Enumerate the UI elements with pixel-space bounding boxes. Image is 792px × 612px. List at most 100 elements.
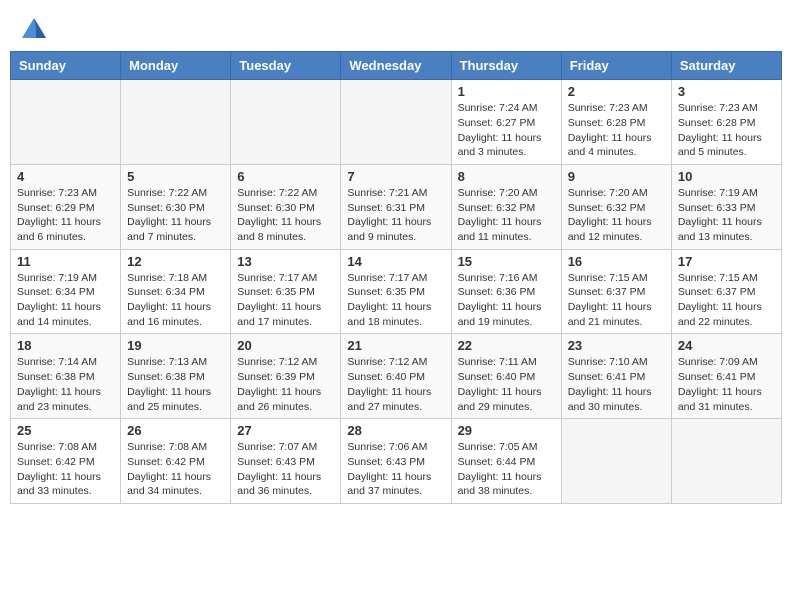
- logo: [20, 18, 46, 43]
- calendar-cell: [341, 80, 451, 165]
- day-of-week-header: Thursday: [451, 52, 561, 80]
- day-number: 3: [678, 84, 775, 99]
- day-number: 4: [17, 169, 114, 184]
- day-sun-info: Sunrise: 7:20 AMSunset: 6:32 PMDaylight:…: [458, 186, 555, 245]
- calendar-cell: 8 Sunrise: 7:20 AMSunset: 6:32 PMDaylight…: [451, 164, 561, 249]
- calendar-cell: [671, 419, 781, 504]
- day-sun-info: Sunrise: 7:23 AMSunset: 6:28 PMDaylight:…: [678, 101, 775, 160]
- calendar-week-row: 25Sunrise: 7:08 AMSunset: 6:42 PMDayligh…: [11, 419, 782, 504]
- calendar-cell: 1Sunrise: 7:24 AMSunset: 6:27 PMDaylight…: [451, 80, 561, 165]
- calendar-cell: 17 Sunrise: 7:15 AMSunset: 6:37 PMDayligh…: [671, 249, 781, 334]
- day-sun-info: Sunrise: 7:15 AMSunset: 6:37 PMDaylight:…: [568, 271, 665, 330]
- calendar-cell: 23 Sunrise: 7:10 AMSunset: 6:41 PMDayligh…: [561, 334, 671, 419]
- calendar-cell: 3 Sunrise: 7:23 AMSunset: 6:28 PMDaylight…: [671, 80, 781, 165]
- calendar-cell: 5 Sunrise: 7:22 AMSunset: 6:30 PMDaylight…: [121, 164, 231, 249]
- day-sun-info: Sunrise: 7:09 AMSunset: 6:41 PMDaylight:…: [678, 355, 775, 414]
- calendar-cell: 6Sunrise: 7:22 AMSunset: 6:30 PMDaylight…: [231, 164, 341, 249]
- calendar-cell: 11 Sunrise: 7:19 AMSunset: 6:34 PMDayligh…: [11, 249, 121, 334]
- calendar-header: [10, 10, 782, 47]
- calendar-cell: 26Sunrise: 7:08 AMSunset: 6:42 PMDayligh…: [121, 419, 231, 504]
- day-number: 29: [458, 423, 555, 438]
- calendar-body: 1Sunrise: 7:24 AMSunset: 6:27 PMDaylight…: [11, 80, 782, 504]
- day-sun-info: Sunrise: 7:19 AMSunset: 6:34 PMDaylight:…: [17, 271, 114, 330]
- day-number: 1: [458, 84, 555, 99]
- calendar-cell: 22 Sunrise: 7:11 AMSunset: 6:40 PMDayligh…: [451, 334, 561, 419]
- calendar-cell: 7 Sunrise: 7:21 AMSunset: 6:31 PMDaylight…: [341, 164, 451, 249]
- calendar-header-row: SundayMondayTuesdayWednesdayThursdayFrid…: [11, 52, 782, 80]
- calendar-cell: 12Sunrise: 7:18 AMSunset: 6:34 PMDayligh…: [121, 249, 231, 334]
- day-of-week-header: Friday: [561, 52, 671, 80]
- calendar-cell: [11, 80, 121, 165]
- calendar-cell: 4 Sunrise: 7:23 AMSunset: 6:29 PMDaylight…: [11, 164, 121, 249]
- day-sun-info: Sunrise: 7:23 AMSunset: 6:29 PMDaylight:…: [17, 186, 114, 245]
- calendar-cell: 25Sunrise: 7:08 AMSunset: 6:42 PMDayligh…: [11, 419, 121, 504]
- day-number: 23: [568, 338, 665, 353]
- day-number: 16: [568, 254, 665, 269]
- day-of-week-header: Tuesday: [231, 52, 341, 80]
- logo-icon: [22, 18, 46, 38]
- calendar-cell: 20 Sunrise: 7:12 AMSunset: 6:39 PMDayligh…: [231, 334, 341, 419]
- day-sun-info: Sunrise: 7:07 AMSunset: 6:43 PMDaylight:…: [237, 440, 334, 499]
- calendar-cell: [231, 80, 341, 165]
- day-number: 17: [678, 254, 775, 269]
- day-number: 20: [237, 338, 334, 353]
- day-number: 7: [347, 169, 444, 184]
- day-number: 19: [127, 338, 224, 353]
- day-sun-info: Sunrise: 7:20 AMSunset: 6:32 PMDaylight:…: [568, 186, 665, 245]
- day-sun-info: Sunrise: 7:06 AMSunset: 6:43 PMDaylight:…: [347, 440, 444, 499]
- day-sun-info: Sunrise: 7:12 AMSunset: 6:40 PMDaylight:…: [347, 355, 444, 414]
- day-number: 22: [458, 338, 555, 353]
- day-number: 18: [17, 338, 114, 353]
- calendar-cell: 27 Sunrise: 7:07 AMSunset: 6:43 PMDayligh…: [231, 419, 341, 504]
- calendar-cell: [121, 80, 231, 165]
- day-number: 14: [347, 254, 444, 269]
- day-sun-info: Sunrise: 7:22 AMSunset: 6:30 PMDaylight:…: [127, 186, 224, 245]
- day-number: 11: [17, 254, 114, 269]
- day-of-week-header: Sunday: [11, 52, 121, 80]
- day-number: 8: [458, 169, 555, 184]
- day-number: 5: [127, 169, 224, 184]
- day-sun-info: Sunrise: 7:19 AMSunset: 6:33 PMDaylight:…: [678, 186, 775, 245]
- day-of-week-header: Wednesday: [341, 52, 451, 80]
- day-number: 21: [347, 338, 444, 353]
- calendar-cell: 16 Sunrise: 7:15 AMSunset: 6:37 PMDayligh…: [561, 249, 671, 334]
- calendar-cell: 14 Sunrise: 7:17 AMSunset: 6:35 PMDayligh…: [341, 249, 451, 334]
- calendar-week-row: 4 Sunrise: 7:23 AMSunset: 6:29 PMDaylight…: [11, 164, 782, 249]
- day-number: 27: [237, 423, 334, 438]
- calendar-cell: 18 Sunrise: 7:14 AMSunset: 6:38 PMDayligh…: [11, 334, 121, 419]
- calendar-cell: 9 Sunrise: 7:20 AMSunset: 6:32 PMDaylight…: [561, 164, 671, 249]
- calendar-cell: 21 Sunrise: 7:12 AMSunset: 6:40 PMDayligh…: [341, 334, 451, 419]
- calendar-cell: 15 Sunrise: 7:16 AMSunset: 6:36 PMDayligh…: [451, 249, 561, 334]
- day-number: 15: [458, 254, 555, 269]
- day-sun-info: Sunrise: 7:22 AMSunset: 6:30 PMDaylight:…: [237, 186, 334, 245]
- calendar-cell: 28Sunrise: 7:06 AMSunset: 6:43 PMDayligh…: [341, 419, 451, 504]
- calendar-cell: 29 Sunrise: 7:05 AMSunset: 6:44 PMDayligh…: [451, 419, 561, 504]
- day-sun-info: Sunrise: 7:15 AMSunset: 6:37 PMDaylight:…: [678, 271, 775, 330]
- calendar-table: SundayMondayTuesdayWednesdayThursdayFrid…: [10, 51, 782, 504]
- day-sun-info: Sunrise: 7:16 AMSunset: 6:36 PMDaylight:…: [458, 271, 555, 330]
- day-sun-info: Sunrise: 7:23 AMSunset: 6:28 PMDaylight:…: [568, 101, 665, 160]
- day-sun-info: Sunrise: 7:14 AMSunset: 6:38 PMDaylight:…: [17, 355, 114, 414]
- day-sun-info: Sunrise: 7:12 AMSunset: 6:39 PMDaylight:…: [237, 355, 334, 414]
- day-sun-info: Sunrise: 7:08 AMSunset: 6:42 PMDaylight:…: [127, 440, 224, 499]
- calendar-week-row: 11 Sunrise: 7:19 AMSunset: 6:34 PMDayligh…: [11, 249, 782, 334]
- day-sun-info: Sunrise: 7:21 AMSunset: 6:31 PMDaylight:…: [347, 186, 444, 245]
- day-number: 2: [568, 84, 665, 99]
- day-sun-info: Sunrise: 7:13 AMSunset: 6:38 PMDaylight:…: [127, 355, 224, 414]
- day-of-week-header: Saturday: [671, 52, 781, 80]
- day-sun-info: Sunrise: 7:10 AMSunset: 6:41 PMDaylight:…: [568, 355, 665, 414]
- calendar-week-row: 18 Sunrise: 7:14 AMSunset: 6:38 PMDayligh…: [11, 334, 782, 419]
- day-number: 24: [678, 338, 775, 353]
- day-sun-info: Sunrise: 7:08 AMSunset: 6:42 PMDaylight:…: [17, 440, 114, 499]
- calendar-cell: 13Sunrise: 7:17 AMSunset: 6:35 PMDayligh…: [231, 249, 341, 334]
- day-sun-info: Sunrise: 7:05 AMSunset: 6:44 PMDaylight:…: [458, 440, 555, 499]
- day-number: 13: [237, 254, 334, 269]
- calendar-cell: 2 Sunrise: 7:23 AMSunset: 6:28 PMDaylight…: [561, 80, 671, 165]
- calendar-cell: 10 Sunrise: 7:19 AMSunset: 6:33 PMDayligh…: [671, 164, 781, 249]
- day-sun-info: Sunrise: 7:17 AMSunset: 6:35 PMDaylight:…: [347, 271, 444, 330]
- day-number: 9: [568, 169, 665, 184]
- day-sun-info: Sunrise: 7:11 AMSunset: 6:40 PMDaylight:…: [458, 355, 555, 414]
- calendar-cell: 19 Sunrise: 7:13 AMSunset: 6:38 PMDayligh…: [121, 334, 231, 419]
- calendar-cell: 24 Sunrise: 7:09 AMSunset: 6:41 PMDayligh…: [671, 334, 781, 419]
- day-number: 10: [678, 169, 775, 184]
